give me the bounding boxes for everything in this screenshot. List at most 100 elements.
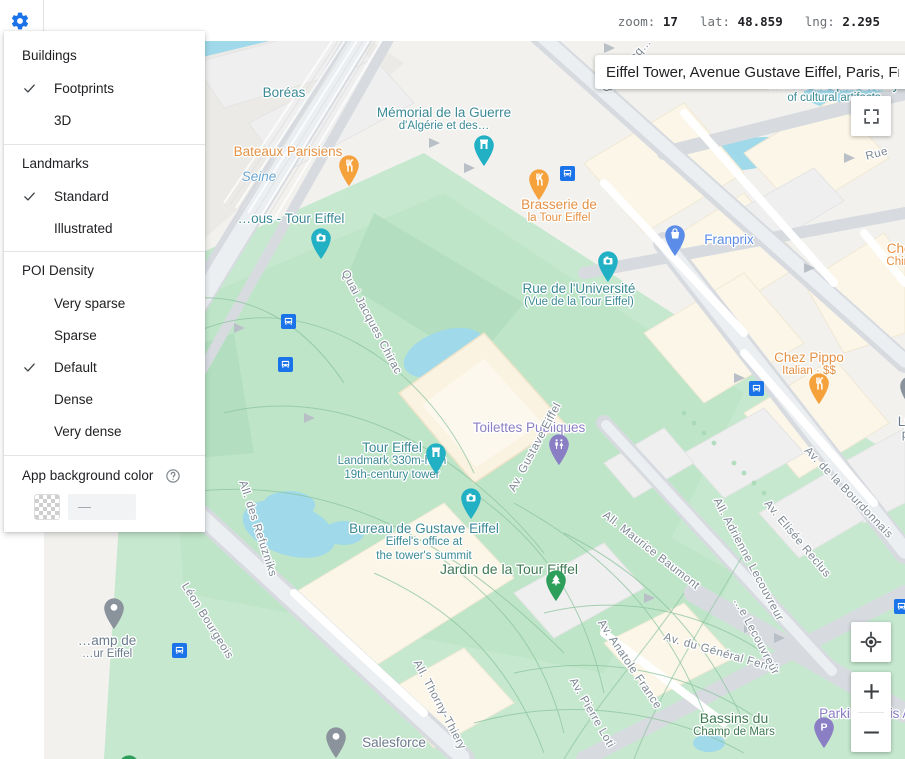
map-pin-restaurant[interactable]: [806, 371, 832, 405]
map-pin-restroom[interactable]: [546, 432, 572, 466]
menu-item-label: Dense: [54, 392, 94, 407]
restaurant-marker-icon: [529, 169, 549, 200]
coord-zoom: zoom: 17: [617, 14, 678, 29]
map-pin-photo[interactable]: [308, 226, 334, 260]
zoom-in-button[interactable]: [851, 672, 891, 712]
bus-icon: [563, 169, 572, 177]
menu-item-illustrated[interactable]: Illustrated: [4, 212, 205, 244]
bus-stop-marker[interactable]: [749, 381, 764, 396]
menu-item-label: Very sparse: [54, 296, 126, 311]
map-pin-restaurant[interactable]: [336, 153, 362, 187]
landmark-marker-icon: [426, 443, 446, 474]
map-pin-dot[interactable]: [116, 753, 142, 759]
zoom-out-button[interactable]: [851, 712, 891, 752]
search-box[interactable]: [595, 55, 905, 89]
coord-lng: lng: 2.295: [804, 14, 880, 29]
app-background-color-controls: —: [4, 490, 205, 522]
shopping-marker-icon: [665, 225, 685, 256]
bus-stop-marker[interactable]: [278, 357, 293, 372]
map-pin-restaurant[interactable]: [526, 167, 552, 201]
park-marker-icon: [546, 570, 566, 601]
restaurant-marker-icon: [339, 155, 359, 186]
help-circle-icon[interactable]: [165, 468, 181, 484]
bus-icon: [897, 602, 905, 610]
map-coordinates-readout: zoom: 17 lat: 48.859 lng: 2.295: [618, 14, 880, 29]
check-icon-wrap: [22, 81, 54, 96]
check-icon-wrap: [22, 360, 54, 375]
dot-marker-icon: [104, 598, 124, 629]
menu-separator: [4, 143, 205, 145]
fullscreen-icon: [863, 108, 879, 124]
svg-text:P: P: [820, 722, 827, 734]
geolocate-button[interactable]: [851, 622, 891, 662]
search-input[interactable]: [606, 63, 899, 81]
map-pin-parking[interactable]: P: [811, 715, 837, 749]
menu-section-title-poi-density: POI Density: [22, 263, 95, 278]
bus-icon: [284, 317, 293, 325]
settings-gear-button[interactable]: [8, 9, 32, 33]
bus-icon: [281, 360, 290, 368]
parking-marker-icon: P: [814, 717, 834, 748]
check-icon: [24, 84, 35, 93]
app-background-color-row: App background color: [4, 458, 205, 490]
restaurant-marker-icon: [809, 373, 829, 404]
map-pin-museum[interactable]: [471, 133, 497, 167]
menu-item-very-dense[interactable]: Very dense: [4, 416, 205, 448]
school-marker-icon: [900, 377, 905, 400]
zoom-controls: [851, 672, 891, 752]
check-icon-wrap: [22, 189, 54, 204]
check-icon: [24, 191, 35, 201]
bus-stop-marker[interactable]: [172, 643, 187, 658]
menu-item-very-sparse[interactable]: Very sparse: [4, 288, 205, 320]
menu-item-default[interactable]: Default: [4, 352, 205, 384]
map-pin-photo[interactable]: [458, 486, 484, 520]
check-icon: [24, 363, 35, 372]
menu-item-dense[interactable]: Dense: [4, 384, 205, 416]
museum-marker-icon: [474, 135, 494, 166]
plus-icon: [863, 684, 879, 700]
photo-marker-icon: [598, 251, 618, 282]
menu-item-label: Standard: [54, 188, 109, 204]
map-pin-landmark[interactable]: [423, 441, 449, 475]
map-pin-park[interactable]: [543, 568, 569, 602]
map-pin-dot[interactable]: [101, 596, 127, 630]
coord-lat: lat: 48.859: [699, 14, 783, 29]
photo-marker-icon: [461, 488, 481, 519]
map-application: Boréas Bateaux Parisiens Mémorial de la Gu…: [0, 0, 905, 759]
color-swatch-transparent[interactable]: [34, 493, 60, 520]
color-value-field[interactable]: —: [68, 493, 136, 520]
menu-item-label: Very dense: [54, 424, 122, 439]
menu-item-label: Illustrated: [54, 220, 113, 236]
menu-item-label: Sparse: [54, 328, 97, 343]
bus-stop-marker[interactable]: [281, 314, 296, 329]
fullscreen-button[interactable]: [851, 96, 891, 136]
bus-icon: [752, 384, 761, 392]
settings-menu: Buildings Footprints 3D Landmarks Standard Il…: [4, 31, 205, 532]
menu-separator: [4, 251, 205, 252]
bus-stop-marker[interactable]: [894, 599, 905, 614]
menu-separator: [4, 454, 205, 456]
restroom-marker-icon: [549, 434, 569, 465]
minus-icon: [863, 731, 879, 734]
my-location-icon: [860, 631, 882, 653]
app-background-color-label: App background color: [22, 468, 154, 483]
menu-item-label: Footprints: [54, 81, 115, 96]
bus-icon: [175, 646, 184, 654]
dot-marker-icon: [121, 755, 137, 759]
gear-icon: [11, 12, 29, 30]
bus-stop-marker[interactable]: [560, 166, 575, 181]
photo-marker-icon: [311, 228, 331, 259]
map-pin-dot[interactable]: [323, 725, 349, 759]
menu-item-label: Default: [54, 360, 97, 375]
menu-sections: Buildings Footprints 3D Landmarks Standard Il…: [4, 39, 205, 448]
menu-item-3d[interactable]: 3D: [4, 105, 205, 137]
menu-item-sparse[interactable]: Sparse: [4, 320, 205, 352]
map-pin-shopping[interactable]: [662, 223, 688, 257]
map-pin-school[interactable]: [897, 374, 905, 408]
menu-item-footprints[interactable]: Footprints: [4, 73, 205, 105]
menu-item-standard[interactable]: Standard: [4, 180, 205, 212]
menu-section-title-landmarks: Landmarks: [22, 155, 89, 171]
map-pin-photo[interactable]: [595, 249, 621, 283]
menu-item-label: 3D: [54, 113, 72, 128]
dot-marker-icon: [326, 727, 346, 758]
